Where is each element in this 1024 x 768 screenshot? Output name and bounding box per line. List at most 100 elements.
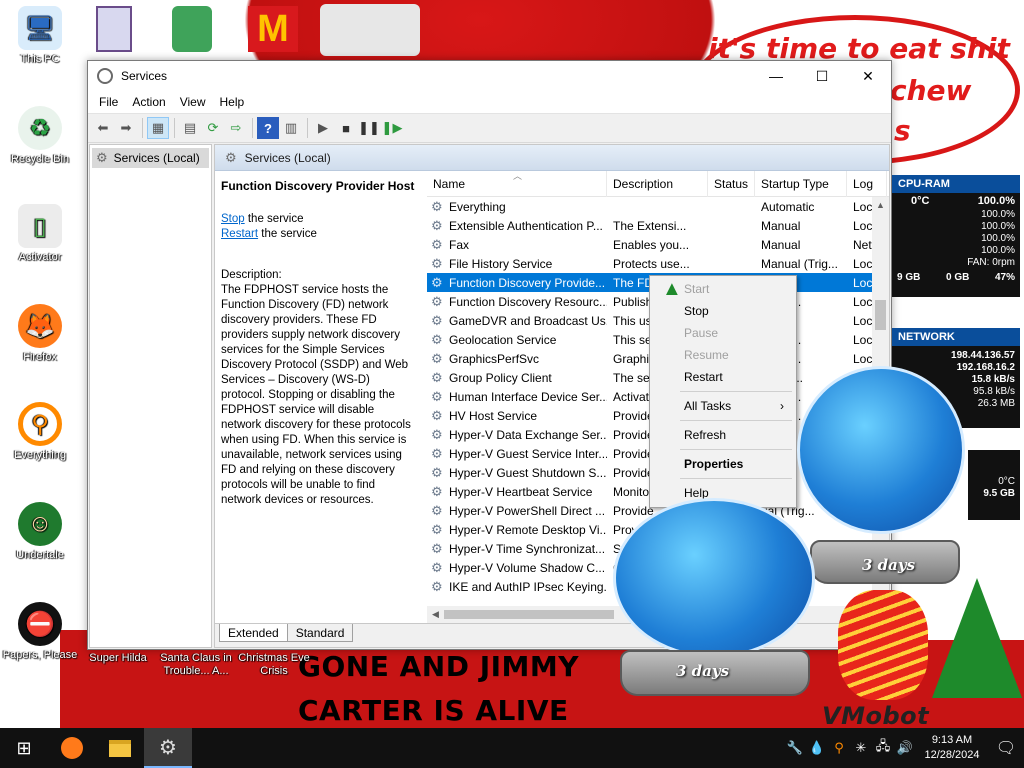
service-name-cell: ⚙ Geolocation Service [427, 333, 607, 347]
clock[interactable]: 9:13 AM 12/28/2024 [916, 733, 988, 763]
notification-center-icon[interactable]: 🗨 [988, 738, 1024, 758]
menu-help[interactable]: Help [213, 95, 252, 109]
forward-arrow-icon[interactable]: ➡ [115, 117, 137, 139]
scroll-thumb[interactable] [875, 300, 886, 330]
desktop-icon-label: Undertale [16, 549, 64, 561]
start-service-icon[interactable]: ▶ [312, 117, 334, 139]
service-gear-icon: ⚙ [431, 294, 443, 309]
scroll-up-icon[interactable]: ▲ [872, 197, 889, 214]
disk-gadget: 0°C 9.5 GB [968, 450, 1020, 520]
export-list-icon[interactable]: ⇨ [225, 117, 247, 139]
tray-tool-icon[interactable]: 🔧 [784, 740, 806, 756]
mcdonalds-icon[interactable]: M [248, 6, 298, 52]
undertale-icon: ☺ [18, 502, 62, 546]
refresh-icon[interactable]: ⟳ [202, 117, 224, 139]
show-hide-console-tree-icon[interactable]: ▦ [147, 117, 169, 139]
column-header-log-on-as[interactable]: Log [847, 171, 887, 197]
system-tray: 🔧 💧 ⚲ ✳ 🖧 🔊 9:13 AM 12/28/2024 🗨 [784, 728, 1024, 768]
desktop-icon-recycle-bin[interactable]: ♻ Recycle Bin [0, 106, 80, 166]
menu-file[interactable]: File [92, 95, 125, 109]
panel-header-title: Services (Local) [244, 150, 331, 165]
network-icon[interactable]: 🖧 [872, 737, 894, 759]
help-icon[interactable]: ? [257, 117, 279, 139]
folder-icon [109, 739, 131, 757]
wallpaper-app-icon-2[interactable] [172, 6, 212, 52]
service-name-text: Hyper-V Guest Shutdown S... [449, 465, 607, 480]
context-restart[interactable]: Restart [650, 366, 796, 388]
scroll-thumb[interactable] [444, 610, 614, 619]
table-row[interactable]: ⚙ Extensible Authentication P... The Exten… [427, 216, 889, 235]
context-properties[interactable]: Properties [650, 453, 796, 475]
context-stop[interactable]: Stop [650, 300, 796, 322]
context-all-tasks[interactable]: All Tasks › [650, 395, 796, 417]
memory-free: 0 GB [945, 272, 970, 283]
table-row[interactable]: ⚙ Everything Automatic Loc [427, 197, 889, 216]
banner-text-line1: GONE AND JIMMY [298, 650, 580, 683]
desktop-icon-everything[interactable]: ⚲ Everything [0, 402, 80, 462]
restart-service-link[interactable]: Restart [221, 228, 258, 240]
desktop-icon-super-hilda[interactable]: Super Hilda [78, 652, 158, 665]
desktop-icon-undertale[interactable]: ☺ Undertale [0, 502, 80, 562]
desktop-icon-papers-please[interactable]: ⛔ Papers, Please [0, 602, 80, 662]
desktop-icon-activator[interactable]: ▯ Activator [0, 204, 80, 264]
gear-icon: ⚙ [225, 149, 237, 165]
context-refresh[interactable]: Refresh [650, 424, 796, 446]
tree-item-services-local[interactable]: ⚙ Services (Local) [92, 148, 209, 168]
selected-service-title: Function Discovery Provider Host [221, 179, 415, 193]
tab-standard[interactable]: Standard [286, 624, 354, 642]
back-arrow-icon[interactable]: ⬅ [92, 117, 114, 139]
menu-view[interactable]: View [173, 95, 213, 109]
title-bar[interactable]: Services — ☐ ✕ [88, 61, 891, 91]
show-action-pane-icon[interactable]: ▥ [280, 117, 302, 139]
tray-drop-icon[interactable]: 💧 [806, 740, 828, 756]
desktop-icon-santa-claus[interactable]: Santa Claus in Trouble... A... [156, 652, 236, 678]
table-row[interactable]: ⚙ Fax Enables you... Manual Net [427, 235, 889, 254]
service-name-text: Fax [449, 237, 470, 252]
corner-text: VMobot [822, 702, 930, 728]
column-header-startup-type[interactable]: Startup Type [755, 171, 847, 197]
desktop-icon-christmas-eve-crisis[interactable]: Christmas Eve Crisis [234, 652, 314, 678]
taskbar-file-explorer[interactable] [96, 728, 144, 768]
table-row[interactable]: ⚙ File History Service Protects use... Manu… [427, 254, 889, 273]
everything-search-icon: ⚲ [18, 402, 62, 446]
memory-used: 9 GB [897, 272, 921, 283]
desktop-icon-firefox[interactable]: 🦊 Firefox [0, 304, 80, 364]
column-header-status[interactable]: Status [708, 171, 755, 197]
service-name-text: Geolocation Service [449, 332, 557, 347]
tray-everything-icon[interactable]: ⚲ [828, 740, 850, 756]
desktop-icon-this-pc[interactable]: 🖥 This PC [0, 6, 80, 66]
desktop-icon-label: Super Hilda [89, 652, 147, 664]
desktop-icon-label: Firefox [23, 351, 57, 363]
close-button[interactable]: ✕ [845, 61, 891, 91]
context-resume[interactable]: Resume [650, 344, 796, 366]
toolbar-separator [174, 118, 175, 138]
restart-service-icon[interactable]: ❚▶ [381, 117, 403, 139]
context-menu: Start Stop Pause Resume Restart All Task… [649, 275, 797, 508]
minimize-button[interactable]: — [753, 61, 799, 91]
service-name-cell: ⚙ Hyper-V PowerShell Direct ... [427, 504, 607, 518]
taskbar-services[interactable]: ⚙ [144, 728, 192, 768]
service-name-cell: ⚙ Hyper-V Volume Shadow C... [427, 561, 607, 575]
pause-service-icon[interactable]: ❚❚ [358, 117, 380, 139]
context-pause[interactable]: Pause [650, 322, 796, 344]
service-name-cell: ⚙ Everything [427, 200, 607, 214]
service-name-text: Human Interface Device Ser... [449, 389, 607, 404]
tray-snowflake-icon[interactable]: ✳ [850, 740, 872, 756]
tab-extended[interactable]: Extended [219, 624, 288, 642]
volume-icon[interactable]: 🔊 [894, 740, 916, 756]
start-button[interactable]: ⊞ [0, 728, 48, 768]
stop-service-icon[interactable]: ■ [335, 117, 357, 139]
service-gear-icon: ⚙ [431, 522, 443, 537]
window-title: Services [121, 69, 168, 83]
scroll-left-icon[interactable]: ◀ [427, 606, 444, 623]
menu-action[interactable]: Action [125, 95, 172, 109]
stop-service-link[interactable]: Stop [221, 213, 245, 225]
properties-sheet-icon[interactable]: ▤ [179, 117, 201, 139]
taskbar-firefox[interactable] [48, 728, 96, 768]
maximize-button[interactable]: ☐ [799, 61, 845, 91]
fan-speed: FAN: 0rpm [967, 257, 1015, 268]
wallpaper-app-icon-1[interactable] [96, 6, 132, 52]
clock-time: 9:13 AM [931, 734, 973, 746]
column-header-description[interactable]: Description [607, 171, 708, 197]
service-name-text: Hyper-V Heartbeat Service [449, 484, 593, 499]
